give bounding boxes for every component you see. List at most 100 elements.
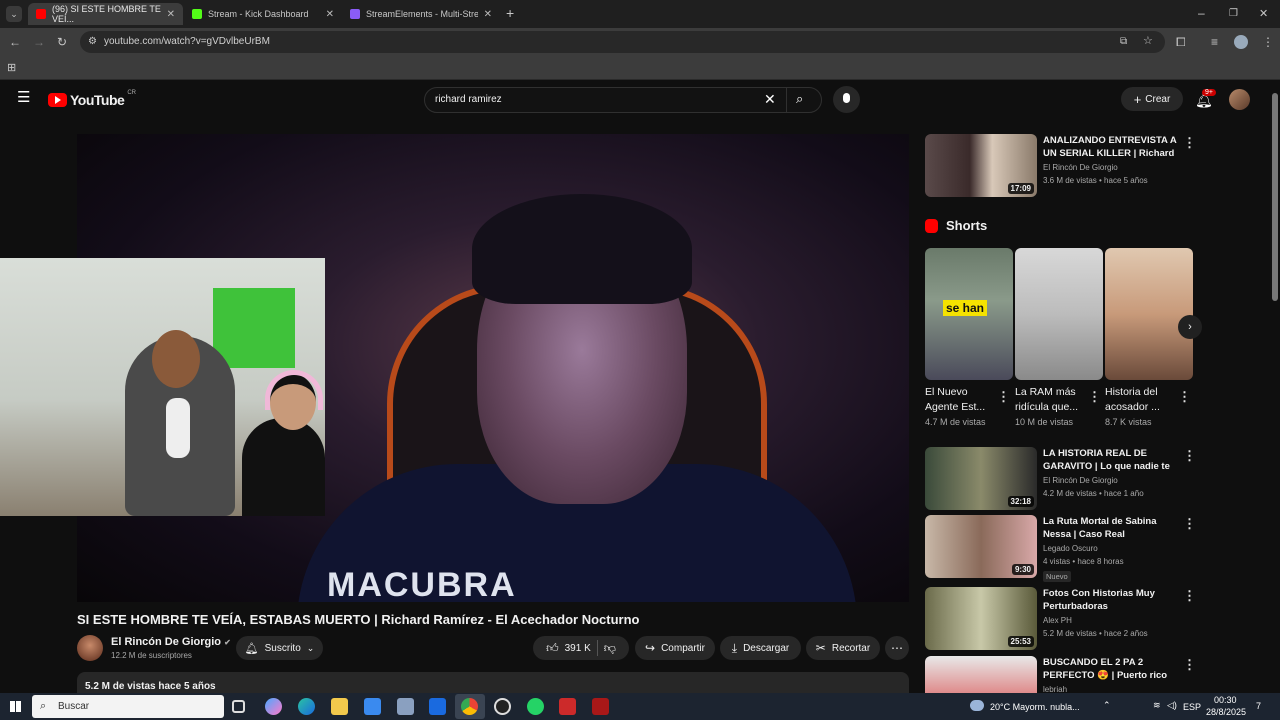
tab-kick[interactable]: Stream - Kick Dashboard ✕ [184,3,342,25]
sidebar-video-top[interactable]: 17:09 ANALIZANDO ENTREVISTA A UN SERIAL … [925,134,1196,198]
weather-text[interactable]: 20°C Mayorm. nubla... [990,702,1080,712]
language-indicator[interactable]: ESP [1183,702,1201,712]
thumbs-down-icon[interactable]: 👎︎ [604,641,616,656]
video-title[interactable]: La Ruta Mortal de Sabina Nessa | Caso Re… [1043,515,1177,541]
profile-icon[interactable] [1234,35,1248,49]
close-icon[interactable]: ✕ [167,9,175,20]
more-vertical-icon[interactable]: ⋮ [1183,449,1196,462]
install-icon[interactable]: ⧉ [1120,36,1127,48]
short-title[interactable]: Historia del acosador ... [1105,385,1181,415]
channel-name[interactable]: El Rincón De Giorgio [1043,163,1118,172]
video-thumbnail[interactable]: 17:09 [925,134,1037,197]
more-vertical-icon[interactable]: ⋮ [1183,517,1196,530]
shorts-next-button[interactable]: › [1178,315,1202,339]
search-icon[interactable]: ⌕ [796,92,803,105]
share-button[interactable]: ↪ Compartir [635,636,715,660]
forward-icon[interactable]: → [33,36,45,48]
channel-name[interactable]: El Rincón De Giorgio [1043,476,1118,485]
channel-name-text[interactable]: El Rincón De Giorgio [111,636,221,648]
video-thumbnail[interactable]: 25:53 [925,587,1037,650]
clear-search-icon[interactable]: ✕ [764,92,776,106]
tab-youtube[interactable]: (96) SI ESTE HOMBRE TE VEÍ... ✕ [28,3,183,25]
page-scrollbar[interactable] [1270,80,1280,693]
more-vertical-icon[interactable]: ⋮ [1178,390,1191,403]
channel-avatar[interactable] [77,635,103,661]
sidebar-video[interactable]: BUSCANDO EL 2 PA 2 PERFECTO 😍 | Puerto r… [925,656,1195,693]
sidebar-video[interactable]: 9:30 La Ruta Mortal de Sabina Nessa | Ca… [925,515,1196,582]
search-box[interactable]: richard ramirez ✕ ⌕ [424,87,822,113]
channel-name[interactable]: Alex PH [1043,616,1072,625]
outlook-icon[interactable] [429,698,446,715]
subscribed-button[interactable]: 🔔︎ Suscrito ⌄ [236,636,323,660]
tab-streamelements[interactable]: StreamElements - Multi-Stream... ✕ [342,3,500,25]
search-input[interactable]: richard ramirez [435,94,502,105]
voice-search-button[interactable] [833,86,860,113]
more-vertical-icon[interactable]: ⋮ [997,390,1010,403]
reading-list-icon[interactable]: ≡ [1211,36,1218,48]
chrome-taskbar-button[interactable] [455,694,485,719]
windows-start-icon[interactable] [10,701,21,712]
more-vertical-icon[interactable]: ⋮ [1183,658,1195,671]
whatsapp-icon[interactable] [527,698,544,715]
red-app-icon[interactable] [592,698,609,715]
short-title[interactable]: El Nuevo Agente Est... [925,385,1001,415]
short-thumbnail[interactable] [1015,248,1103,380]
site-info-icon[interactable]: ⚙ [88,36,97,48]
video-thumbnail[interactable]: 9:30 [925,515,1037,578]
short-title[interactable]: La RAM más ridícula que... [1015,385,1091,415]
youtube-logo[interactable]: YouTube CR [48,90,136,108]
more-vertical-icon[interactable]: ⋮ [1088,390,1101,403]
video-title[interactable]: Fotos Con Historias Muy Perturbadoras [1043,587,1177,613]
minimize-icon[interactable]: – [1198,7,1205,19]
edge-icon[interactable] [298,698,315,715]
video-title[interactable]: ANALIZANDO ENTREVISTA A UN SERIAL KILLER… [1043,134,1177,160]
short-thumbnail[interactable]: se han [925,248,1013,380]
wifi-icon[interactable]: ≋ [1153,700,1161,711]
app-icon[interactable] [397,698,414,715]
new-tab-icon[interactable]: + [506,6,514,20]
notifications-button[interactable]: 🔔︎ 9+ [1193,89,1216,110]
clock-date[interactable]: 28/8/2025 [1206,707,1246,717]
clock-time[interactable]: 00:30 [1214,695,1237,705]
hamburger-menu-icon[interactable]: ☰ [17,90,30,105]
bookmark-star-icon[interactable]: ☆ [1143,35,1153,47]
store-icon[interactable] [364,698,381,715]
clip-button[interactable]: ✂ Recortar [806,636,880,660]
video-title[interactable]: BUSCANDO EL 2 PA 2 PERFECTO 😍 | Puerto r… [1043,656,1177,682]
video-thumbnail[interactable] [925,656,1037,693]
volume-icon[interactable]: ◁) [1167,700,1177,711]
extensions-icon[interactable]: ⧠ [1176,36,1186,48]
sidebar-video[interactable]: 32:18 LA HISTORIA REAL DE GARAVITO | Lo … [925,447,1196,511]
url-field[interactable]: ⚙ youtube.com/watch?v=gVDvlbeUrBM ⧉ ☆ [80,31,1165,53]
window-close-icon[interactable]: ✕ [1259,8,1268,20]
short-thumbnail[interactable] [1105,248,1193,380]
like-button[interactable]: 👍︎ 391 K [546,641,591,656]
sidebar-video[interactable]: 25:53 Fotos Con Historias Muy Perturbado… [925,587,1196,651]
taskbar-search[interactable]: ⌕ Buscar [32,695,224,718]
file-explorer-icon[interactable] [331,698,348,715]
download-button[interactable]: ⤓ Descargar [720,636,801,660]
browser-menu-icon[interactable]: ⋮ [1262,36,1274,48]
channel-name[interactable]: lebriah [1043,685,1067,693]
scrollbar-thumb[interactable] [1272,93,1278,301]
task-view-icon[interactable] [232,700,245,713]
more-vertical-icon[interactable]: ⋮ [1183,136,1196,149]
close-icon[interactable]: ✕ [326,9,334,20]
tab-list-icon[interactable]: ⌄ [6,6,22,22]
close-icon[interactable]: ✕ [484,9,492,20]
video-title[interactable]: LA HISTORIA REAL DE GARAVITO | Lo que na… [1043,447,1177,473]
reload-icon[interactable]: ↻ [57,36,67,48]
avatar[interactable] [1229,89,1250,110]
more-actions-button[interactable]: ⋯ [885,636,909,660]
apps-grid-icon[interactable]: ⊞ [7,62,16,74]
restore-icon[interactable]: ❐ [1229,8,1238,20]
back-icon[interactable]: ← [9,36,21,48]
tray-chevron-icon[interactable]: ⌃ [1103,700,1111,711]
video-thumbnail[interactable]: 32:18 [925,447,1037,510]
obs-icon[interactable] [494,698,511,715]
create-button[interactable]: + Crear [1121,87,1183,111]
more-vertical-icon[interactable]: ⋮ [1183,589,1196,602]
channel-name[interactable]: El Rincón De Giorgio ✔ [111,636,231,648]
streaming-app-icon[interactable] [559,698,576,715]
notification-count[interactable]: 7 [1256,701,1261,711]
